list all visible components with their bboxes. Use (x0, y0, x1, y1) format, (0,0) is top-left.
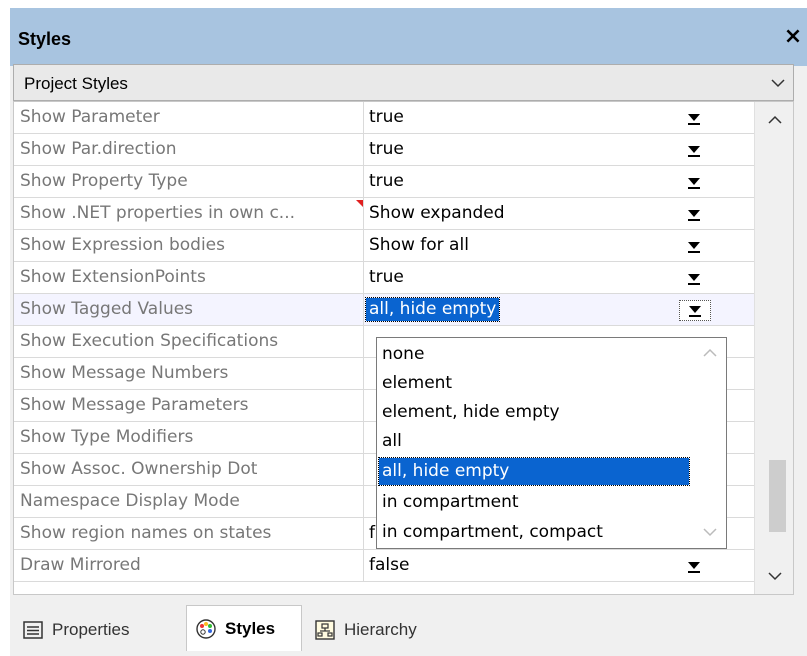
dropdown-option[interactable]: element, hide empty (379, 399, 689, 426)
dropdown-arrow-icon[interactable] (679, 557, 711, 575)
dropdown-option[interactable]: element (379, 370, 689, 397)
hierarchy-icon (315, 620, 335, 640)
property-row[interactable]: Show Property Type true (14, 166, 754, 198)
properties-icon (23, 621, 43, 639)
dropdown-option[interactable]: all (379, 428, 689, 455)
scroll-down-icon[interactable] (768, 570, 782, 582)
property-value-selected[interactable]: all, hide empty (364, 297, 501, 322)
property-name: Show Expression bodies (14, 230, 364, 261)
property-name: Show Execution Specifications (14, 326, 364, 357)
property-name: Show region names on states (14, 518, 364, 549)
tab-label: Properties (52, 620, 130, 639)
property-name: Draw Mirrored (14, 550, 364, 581)
modified-marker-icon (356, 200, 363, 207)
property-name: Show Property Type (14, 166, 364, 197)
window-title: Styles (18, 29, 72, 49)
property-row[interactable]: Draw Mirrored false (14, 550, 754, 582)
property-name: Show Tagged Values (14, 294, 364, 325)
scroll-up-icon[interactable] (703, 348, 717, 358)
grid-scrollbar[interactable] (754, 102, 793, 594)
property-name: Show Assoc. Ownership Dot (14, 454, 364, 485)
property-name: Show Parameter (14, 102, 364, 133)
property-name: Show Par.direction (14, 134, 364, 165)
dropdown-arrow-icon[interactable] (679, 300, 711, 321)
dropdown-arrow-icon[interactable] (679, 237, 711, 255)
dropdown-arrow-icon[interactable] (679, 109, 711, 127)
property-row[interactable]: Show .NET properties in own c... Show ex… (14, 198, 754, 230)
dropdown-arrow-icon[interactable] (679, 269, 711, 287)
dropdown-option[interactable]: none (379, 341, 689, 368)
project-styles-label: Project Styles (24, 74, 128, 93)
chevron-down-icon (771, 79, 785, 88)
window-titlebar: Styles × (10, 8, 807, 66)
property-row[interactable]: Show Par.direction true (14, 134, 754, 166)
property-name: Show Type Modifiers (14, 422, 364, 453)
property-row[interactable]: Show Expression bodies Show for all (14, 230, 754, 262)
property-row-active[interactable]: Show Tagged Values all, hide empty (14, 294, 754, 326)
dropdown-option[interactable]: in compartment, compact (379, 519, 689, 546)
tab-hierarchy[interactable]: Hierarchy (308, 609, 458, 651)
property-row[interactable]: Show Parameter true (14, 102, 754, 134)
property-name: Show ExtensionPoints (14, 262, 364, 293)
palette-icon (196, 618, 216, 639)
tab-label: Hierarchy (344, 620, 417, 639)
property-name: Show Message Parameters (14, 390, 364, 421)
scroll-down-icon[interactable] (703, 527, 717, 537)
dropdown-arrow-icon[interactable] (679, 205, 711, 223)
dropdown-arrow-icon[interactable] (679, 173, 711, 191)
dropdown-scrollbar[interactable] (695, 339, 725, 547)
property-name: Namespace Display Mode (14, 486, 364, 517)
property-name: Show Message Numbers (14, 358, 364, 389)
scroll-up-icon[interactable] (768, 114, 782, 126)
project-styles-combo[interactable]: Project Styles (13, 64, 794, 101)
property-name: Show .NET properties in own c... (14, 198, 364, 229)
scrollbar-thumb[interactable] (769, 460, 786, 532)
tab-styles[interactable]: Styles (186, 605, 302, 651)
dropdown-arrow-icon[interactable] (679, 141, 711, 159)
dropdown-option[interactable]: in compartment (379, 489, 689, 516)
property-row[interactable]: Show ExtensionPoints true (14, 262, 754, 294)
tab-properties[interactable]: Properties (16, 609, 184, 651)
tab-label: Styles (225, 618, 276, 638)
bottom-tab-bar: Properties Styles Hierarchy (10, 603, 807, 656)
dropdown-option-selected[interactable]: all, hide empty (378, 457, 690, 486)
close-icon[interactable]: × (782, 24, 804, 49)
tagged-values-dropdown-list[interactable]: none element element, hide empty all all… (376, 337, 727, 549)
